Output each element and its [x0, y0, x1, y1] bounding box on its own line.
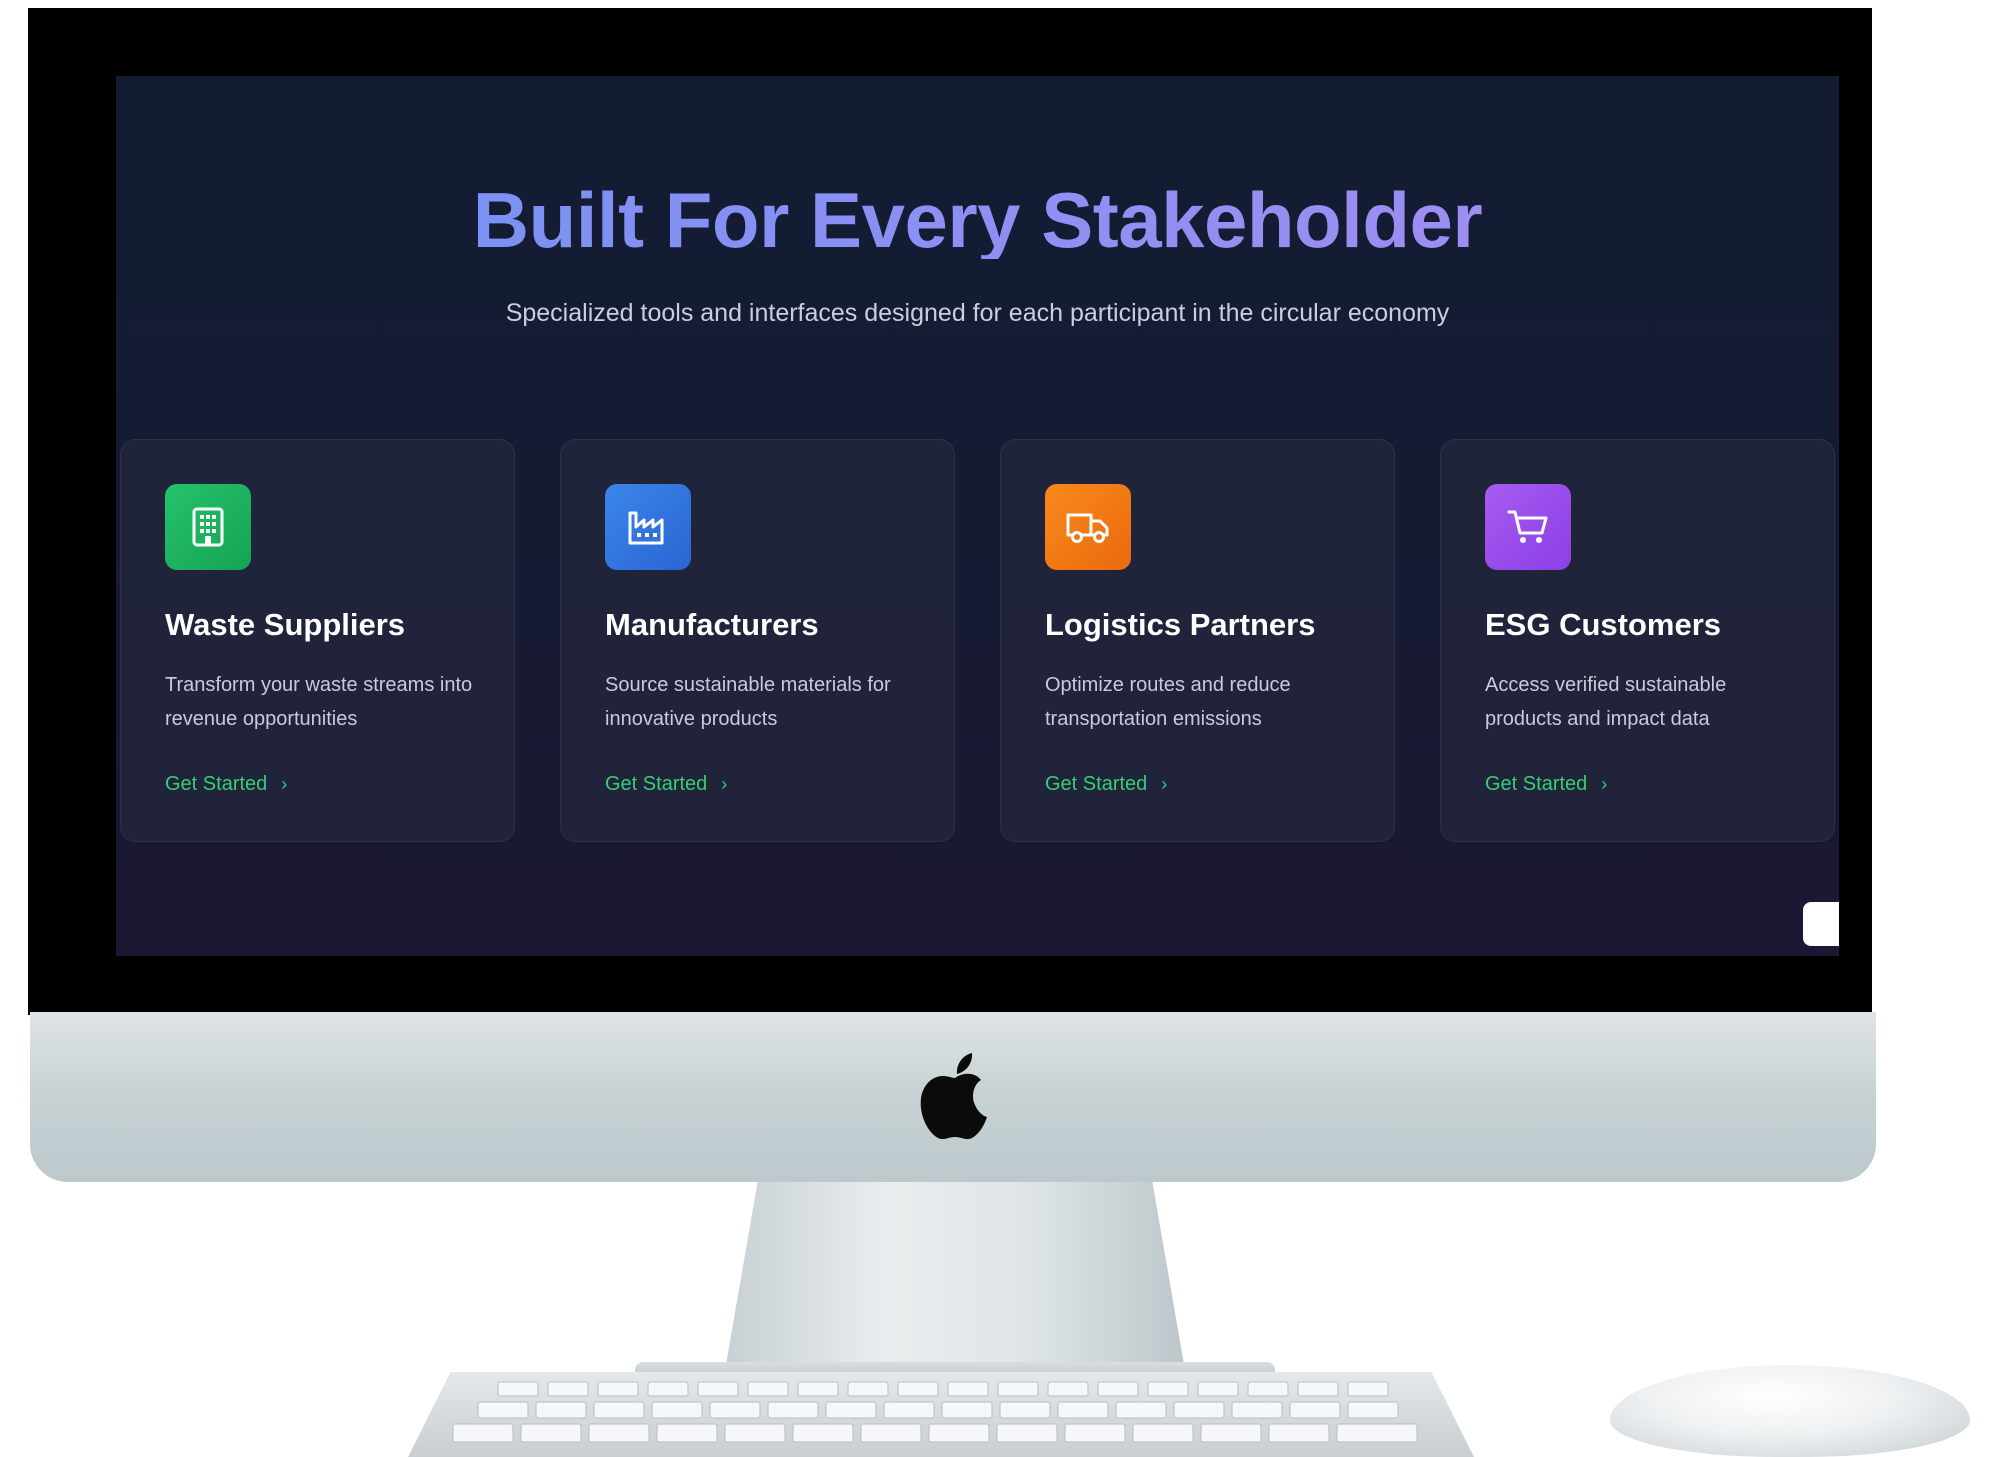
get-started-link[interactable]: Get Started › — [165, 773, 287, 796]
get-started-link[interactable]: Get Started › — [605, 773, 727, 796]
get-started-link[interactable]: Get Started › — [1485, 773, 1607, 796]
link-label: Get Started — [1045, 773, 1148, 795]
app-screen: Built For Every Stakeholder Specialized … — [116, 76, 1839, 956]
link-label: Get Started — [605, 773, 708, 795]
get-started-link[interactable]: Get Started › — [1045, 773, 1167, 796]
chevron-right-icon: › — [281, 774, 288, 794]
page-title: Built For Every Stakeholder — [116, 181, 1839, 259]
factory-icon — [605, 484, 691, 570]
apple-logo-icon — [915, 1050, 995, 1140]
chevron-right-icon: › — [1161, 774, 1168, 794]
card-title: Waste Suppliers — [165, 607, 406, 642]
magic-mouse — [1610, 1365, 1970, 1457]
monitor-stand — [724, 1182, 1186, 1372]
card-title: Logistics Partners — [1045, 607, 1316, 642]
card-title: Manufacturers — [605, 607, 819, 642]
chevron-right-icon: › — [721, 774, 728, 794]
link-label: Get Started — [1485, 773, 1588, 795]
link-label: Get Started — [165, 773, 268, 795]
page-subtitle: Specialized tools and interfaces designe… — [505, 299, 1450, 327]
floating-action-button[interactable] — [1803, 902, 1839, 946]
stakeholder-card-esg-customers: ESG Customers Access verified sustainabl… — [1440, 439, 1835, 842]
keyboard — [408, 1372, 1474, 1457]
shopping-cart-icon — [1485, 484, 1571, 570]
card-description: Optimize routes and reduce transportatio… — [1045, 674, 1291, 730]
card-title: ESG Customers — [1485, 607, 1722, 642]
chevron-right-icon: › — [1601, 774, 1608, 794]
card-description: Transform your waste streams into revenu… — [165, 674, 473, 730]
stakeholder-card-logistics-partners: Logistics Partners Optimize routes and r… — [1000, 439, 1395, 842]
card-description: Access verified sustainable products and… — [1485, 674, 1727, 730]
stakeholder-cards: Waste Suppliers Transform your waste str… — [120, 439, 1839, 844]
building-icon — [165, 484, 251, 570]
monitor-bezel: Built For Every Stakeholder Specialized … — [28, 8, 1872, 1015]
stakeholder-card-waste-suppliers: Waste Suppliers Transform your waste str… — [120, 439, 515, 842]
truck-icon — [1045, 484, 1131, 570]
stakeholder-card-manufacturers: Manufacturers Source sustainable materia… — [560, 439, 955, 842]
card-description: Source sustainable materials for innovat… — [605, 674, 891, 730]
